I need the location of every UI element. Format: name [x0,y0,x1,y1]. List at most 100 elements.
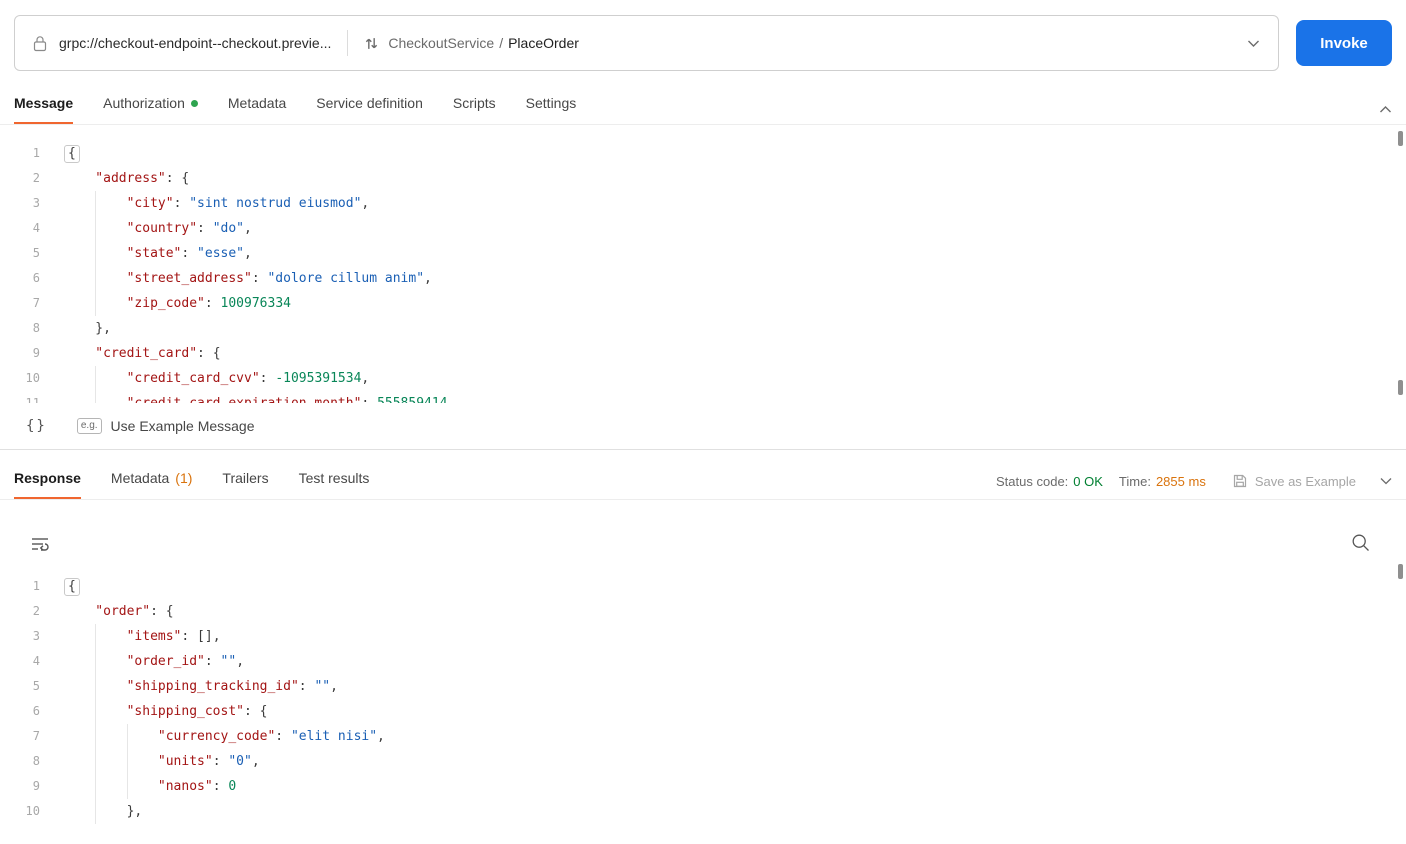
line-number: 4 [32,654,40,668]
code-token: "credit_card" [95,346,198,361]
code-token: : [275,729,291,744]
indent-guide [126,749,158,774]
method-name: PlaceOrder [508,35,579,51]
invoke-button[interactable]: Invoke [1296,20,1392,66]
code-token: , [244,221,252,236]
line-number: 2 [32,171,40,185]
code-token: : [173,196,190,211]
indent-guide [95,624,126,649]
url-field[interactable]: grpc://checkout-endpoint--checkout.previ… [14,15,1279,71]
code-token: "state" [126,246,182,261]
indent-guide [64,391,95,403]
tab-authorization[interactable]: Authorization [103,87,198,124]
scrollbar-thumb[interactable] [1398,564,1403,579]
search-icon[interactable] [1351,533,1370,552]
message-editor[interactable]: 1{2 "address": {3 "city": "sint nostrud ei… [0,125,1406,403]
indent-guide [95,191,126,216]
wrap-lines-icon[interactable] [30,536,50,552]
line-number: 9 [32,346,40,360]
tab-trailers[interactable]: Trailers [222,462,268,499]
code-token: : [], [181,629,221,644]
line-number: 4 [32,221,40,235]
code-line: 5 "shipping_tracking_id": "", [0,674,1406,699]
method-dropdown-chevron-icon[interactable] [1247,39,1260,48]
tab-message[interactable]: Message [14,87,74,124]
tab-response[interactable]: Response [14,462,81,499]
code-token: , [251,754,260,769]
code-line: 1{ [0,574,1406,599]
code-token: , [236,654,245,669]
indent-guide [126,724,158,749]
url-text[interactable]: grpc://checkout-endpoint--checkout.previ… [59,35,331,51]
indent-guide [95,674,126,699]
example-badge-icon: e.g. [76,418,102,434]
tab-test-results-label: Test results [298,470,370,486]
tab-service-definition[interactable]: Service definition [316,87,423,124]
line-number: 10 [25,371,40,385]
line-number: 2 [32,604,40,618]
code-token: "zip_code" [126,296,205,311]
line-number: 8 [32,754,40,768]
response-editor[interactable]: 1{2 "order": {3 "items": [], 4 "order_id": "… [0,558,1406,844]
collapse-request-chevron-icon[interactable] [1379,105,1392,114]
status-code-label: Status code: [996,473,1069,489]
indent-guide [95,391,126,403]
indent-guide [95,241,126,266]
status-code-value: 0 OK [1073,473,1103,489]
tab-metadata[interactable]: Metadata [228,87,286,124]
tab-message-label: Message [14,95,74,111]
line-number: 7 [32,296,40,310]
code-token: "city" [126,196,174,211]
code-token: : [298,679,315,694]
code-token: : [251,271,268,286]
code-line: 3 "city": "sint nostrud eiusmod", [0,191,1406,216]
indent-guide [64,674,95,699]
tab-trailers-label: Trailers [222,470,269,486]
code-token: "units" [157,754,213,769]
indent-guide [64,291,95,316]
code-token: "esse" [197,246,245,261]
tab-settings[interactable]: Settings [526,87,577,124]
response-options-chevron-icon[interactable] [1380,477,1392,485]
indent-guide [95,216,126,241]
url-separator [347,30,349,56]
indent-guide [64,599,95,624]
lock-icon [33,35,47,52]
line-number: 5 [32,246,40,260]
line-number: 5 [32,679,40,693]
indent-guide [95,774,126,799]
line-number: 1 [32,146,40,160]
response-tabs: Response Metadata (1) Trailers Test resu… [0,462,1406,500]
indent-guide [64,266,95,291]
tab-scripts[interactable]: Scripts [453,87,496,124]
use-example-message-button[interactable]: e.g. Use Example Message [76,418,255,434]
code-line: 8 "units": "0", [0,749,1406,774]
response-meta: Status code: 0 OK Time: 2855 ms Save as … [996,473,1392,499]
indent-guide [95,724,126,749]
indent-guide [64,341,95,366]
code-token: "nanos" [157,779,213,794]
service-name: CheckoutService [388,35,495,51]
code-line: 2 "address": { [0,166,1406,191]
save-as-example-button[interactable]: Save as Example [1232,473,1356,489]
code-token: 100976334 [220,296,291,311]
scrollbar-thumb[interactable] [1398,380,1403,395]
indent-guide [64,649,95,674]
code-token: "currency_code" [157,729,276,744]
code-line: 7 "zip_code": 100976334 [0,291,1406,316]
indent-guide [64,191,95,216]
code-line: 7 "currency_code": "elit nisi", [0,724,1406,749]
scrollbar-thumb[interactable] [1398,131,1403,146]
code-token: "shipping_cost" [126,704,244,719]
code-token: , [330,679,338,694]
code-token: "" [314,679,331,694]
beautify-braces-icon[interactable]: {} [26,418,47,434]
code-token: : [259,371,276,386]
tab-test-results[interactable]: Test results [299,462,370,499]
code-token: { [64,578,80,596]
save-icon [1232,473,1248,489]
indent-guide [64,216,95,241]
code-token: : [181,246,198,261]
code-token: : [197,221,213,236]
tab-response-metadata[interactable]: Metadata (1) [111,462,193,499]
